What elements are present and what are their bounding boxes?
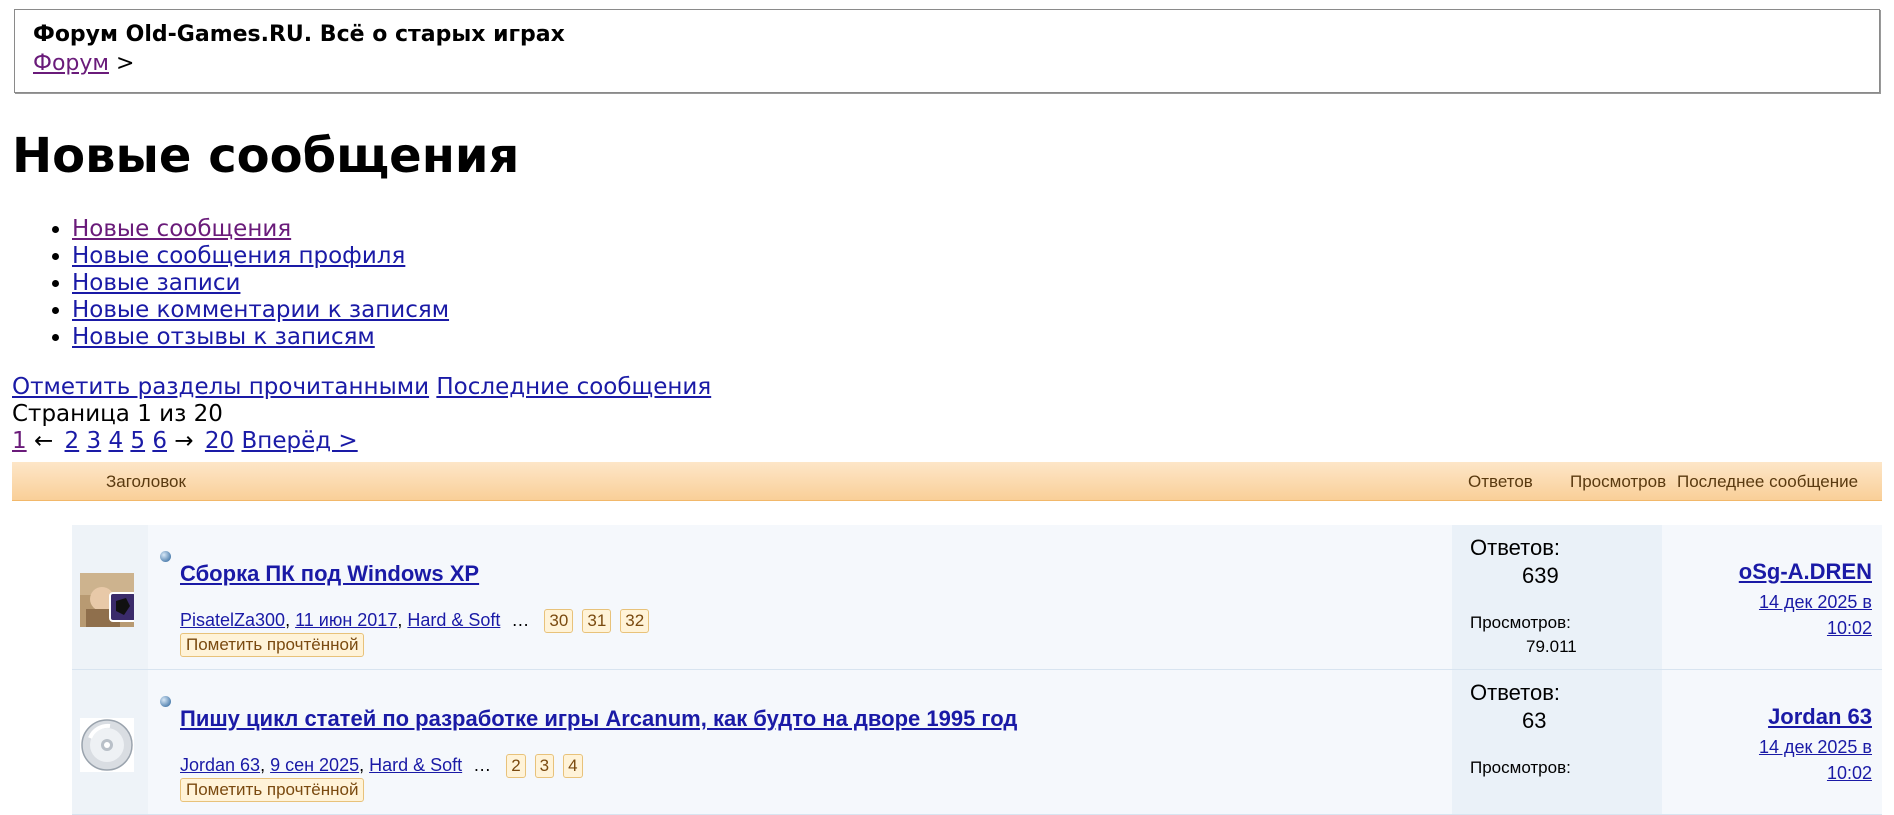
new-posts-nav: Новые сообщения Новые сообщения профиля … — [12, 216, 449, 351]
column-title: Заголовок — [106, 472, 186, 491]
page-link[interactable]: 6 — [152, 428, 167, 454]
page-title: Новые сообщения — [12, 128, 520, 184]
breadcrumb-separator: > — [115, 51, 135, 76]
nav-item-new-entries: Новые записи — [72, 270, 449, 297]
last-post-cell: Jordan 63 14 дек 2025 в 10:02 — [1662, 670, 1872, 814]
page-link[interactable]: 2 — [65, 428, 80, 454]
topic-page-link[interactable]: 30 — [544, 609, 574, 633]
topic-author-link[interactable]: PisatelZa300 — [180, 610, 285, 630]
user-avatar-cd-icon[interactable] — [80, 718, 134, 772]
topics-table-header: Заголовок Ответов Просмотров Последнее с… — [12, 462, 1882, 501]
topic-meta: Jordan 63, 9 сен 2025, Hard & Soft … 2 3… — [180, 754, 583, 778]
topic-row: Пишу цикл статей по разработке игры Arca… — [72, 670, 1882, 815]
page-link-last[interactable]: 20 — [205, 428, 234, 454]
replies-count: 639 — [1522, 563, 1559, 588]
topic-row: Сборка ПК под Windows XP PisatelZa300, 1… — [72, 525, 1882, 670]
topic-status-icon — [160, 696, 171, 707]
last-post-date-link[interactable]: 14 дек 2025 в 10:02 — [1722, 589, 1872, 641]
pager-left-arrow: ← — [33, 428, 54, 454]
last-post-date-link[interactable]: 14 дек 2025 в 10:02 — [1722, 734, 1872, 786]
nav-item-profile-posts: Новые сообщения профиля — [72, 243, 449, 270]
column-last-post: Последнее сообщение — [1677, 472, 1859, 491]
nav-item-new-posts: Новые сообщения — [72, 216, 449, 243]
avatar-cell — [72, 525, 148, 669]
views-label: Просмотров: — [1470, 613, 1571, 632]
nav-item-entry-comments: Новые комментарии к записям — [72, 297, 449, 324]
topic-page-link[interactable]: 2 — [506, 754, 526, 778]
mark-forums-read-link[interactable]: Отметить разделы прочитанными — [12, 374, 429, 400]
user-avatar[interactable] — [80, 573, 134, 627]
topic-title-link[interactable]: Пишу цикл статей по разработке игры Arca… — [180, 706, 1017, 732]
nav-item-entry-reviews: Новые отзывы к записям — [72, 324, 449, 351]
pagination: 1 ← 2 3 4 5 6 → 20 Вперёд > — [12, 428, 358, 455]
last-post-cell: oSg-A.DREN 14 дек 2025 в 10:02 — [1662, 525, 1872, 669]
replies-label: Ответов: — [1470, 680, 1560, 705]
next-page-link[interactable]: Вперёд > — [242, 428, 358, 454]
avatar-cell — [72, 670, 148, 814]
nav-link-new-posts[interactable]: Новые сообщения — [72, 216, 291, 242]
last-post-user-link[interactable]: oSg-A.DREN — [1739, 559, 1872, 585]
column-replies: Ответов — [1468, 472, 1533, 491]
topic-forum-link[interactable]: Hard & Soft — [369, 755, 462, 775]
topic-forum-link[interactable]: Hard & Soft — [407, 610, 500, 630]
topic-meta: PisatelZa300, 11 июн 2017, Hard & Soft …… — [180, 609, 650, 633]
topic-page-link[interactable]: 4 — [563, 754, 583, 778]
topic-date-link[interactable]: 9 сен 2025 — [270, 755, 359, 775]
page-link[interactable]: 3 — [87, 428, 102, 454]
topic-page-link[interactable]: 32 — [620, 609, 650, 633]
replies-label: Ответов: — [1470, 535, 1560, 560]
pages-ellipsis: … — [473, 755, 492, 775]
topic-author-link[interactable]: Jordan 63 — [180, 755, 260, 775]
replies-count: 63 — [1522, 708, 1547, 733]
breadcrumb-forum-link[interactable]: Форум — [33, 51, 109, 76]
column-views: Просмотров — [1570, 472, 1667, 491]
latest-posts-link[interactable]: Последние сообщения — [436, 374, 711, 400]
topic-stats: Ответов: 639 Просмотров: 79.011 — [1452, 525, 1662, 669]
breadcrumb: Форум > — [33, 50, 1879, 78]
mark-read-button[interactable]: Пометить прочтённой — [180, 778, 365, 802]
pages-ellipsis: … — [511, 610, 530, 630]
page-link[interactable]: 4 — [108, 428, 123, 454]
site-title: Форум Old-Games.RU. Всё о старых играх — [33, 22, 565, 47]
nav-link-profile-posts[interactable]: Новые сообщения профиля — [72, 243, 405, 269]
page-link[interactable]: 5 — [130, 428, 145, 454]
views-count: 79.011 — [1526, 637, 1577, 656]
last-post-user-link[interactable]: Jordan 63 — [1768, 704, 1872, 730]
nav-link-entry-comments[interactable]: Новые комментарии к записям — [72, 297, 449, 323]
nav-link-entry-reviews[interactable]: Новые отзывы к записям — [72, 324, 375, 350]
topic-page-link[interactable]: 3 — [534, 754, 555, 778]
mark-read-button[interactable]: Пометить прочтённой — [180, 633, 365, 657]
topic-date-link[interactable]: 11 июн 2017 — [295, 610, 397, 630]
page-info: Страница 1 из 20 — [12, 401, 223, 427]
actions-bar: Отметить разделы прочитанными Последние … — [12, 374, 711, 401]
header-box: Форум Old-Games.RU. Всё о старых играх Ф… — [14, 9, 1880, 93]
views-label: Просмотров: — [1470, 758, 1571, 777]
topic-page-link[interactable]: 31 — [582, 609, 612, 633]
topic-stats: Ответов: 63 Просмотров: — [1452, 670, 1662, 814]
nav-link-new-entries[interactable]: Новые записи — [72, 270, 240, 296]
topic-title-link[interactable]: Сборка ПК под Windows XP — [180, 561, 479, 587]
pager-right-arrow: → — [174, 428, 194, 454]
topic-status-icon — [160, 551, 171, 562]
page-link-current[interactable]: 1 — [12, 428, 27, 454]
